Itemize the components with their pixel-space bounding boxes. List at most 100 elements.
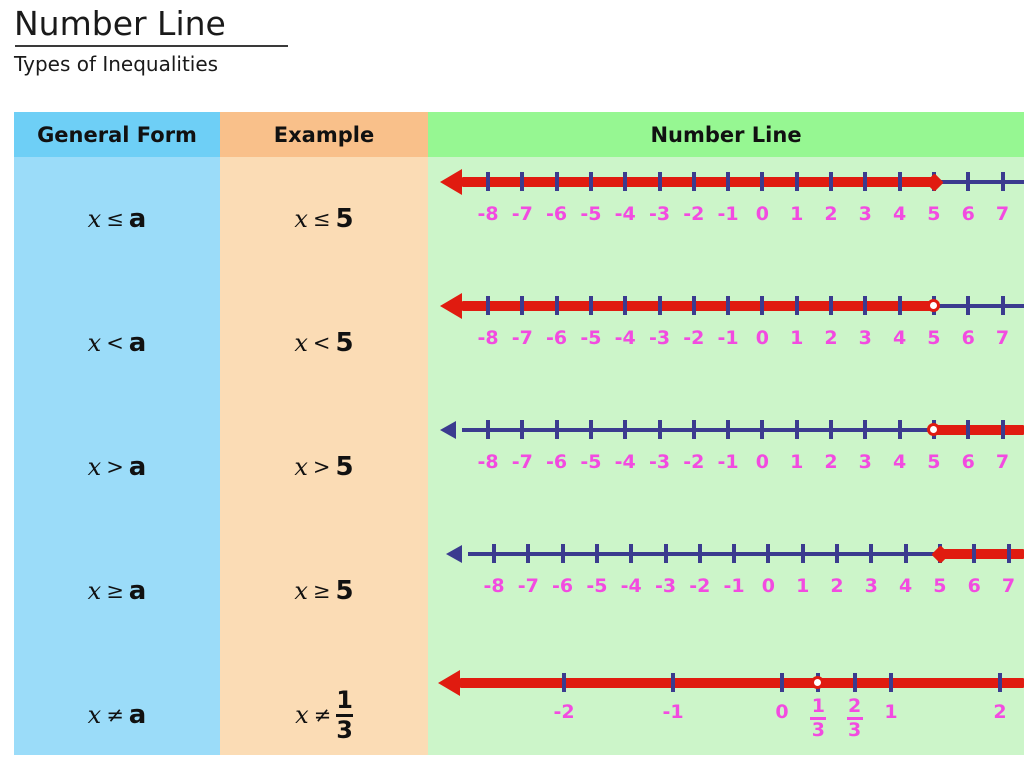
cell-number-line: -8 -7 -6 -5 -4 -3 -2 -1 0 1 2 3 4 5 6 7 [428, 157, 1024, 281]
axis-label: -1 [717, 327, 739, 349]
axis-tick [486, 172, 490, 191]
table-row: x ≥ a x ≥5 -8 -7 -6 -5 -4 -3 -2 -1 0 1 2 3 4 5 6 7 [14, 529, 1024, 653]
axis-label: -5 [580, 327, 602, 349]
axis-label: -2 [683, 451, 705, 473]
general-form-expression-5-operator: ≠ [106, 703, 124, 727]
table-header-row: General Form Example Number Line [14, 112, 1024, 157]
axis-tick [554, 296, 559, 315]
general-form-expression-3-value: a [128, 452, 147, 482]
axis-tick [554, 172, 559, 191]
axis-tick [732, 544, 737, 563]
axis-label: -5 [586, 575, 608, 597]
table-row: x > a x >5 -8 -7 -6 -5 -4 -3 -2 -1 0 1 2 3 4 5 6 7 [14, 405, 1024, 529]
axis-tick [794, 420, 799, 439]
axis-label: 7 [995, 451, 1010, 473]
axis-label-denominator: 3 [848, 719, 862, 741]
cell-general-form: x ≠ a [14, 653, 220, 777]
axis-tick [671, 673, 675, 692]
axis-tick [889, 673, 893, 692]
axis-label: -2 [683, 327, 705, 349]
axis-tick [520, 296, 525, 315]
axis-label: 2 [824, 203, 838, 225]
general-form-expression-3-operator: > [106, 455, 124, 479]
axis-label: -4 [620, 575, 642, 597]
axis-label: -3 [648, 327, 671, 349]
example-expression-1-value: 5 [335, 204, 354, 234]
axis-tick [726, 172, 731, 191]
table-rows: x ≤ a x ≤5 -8 -7 -6 -5 -4 -3 -2 -1 0 1 2 3 4 5 6 7 x < a x <5 -8 -7… [14, 157, 1024, 755]
page-title: Number Line [14, 4, 226, 43]
axis-label: -1 [717, 451, 739, 473]
axis-tick [588, 296, 593, 315]
axis-tick [794, 172, 799, 191]
general-form-expression-4: x ≥ a [88, 576, 147, 606]
left-arrow-icon [438, 670, 460, 696]
axis-tick [492, 544, 496, 563]
axis-label: -3 [648, 451, 671, 473]
cell-example: x <5 [220, 281, 428, 405]
example-expression-3-variable: x [294, 453, 308, 481]
general-form-expression-5-value: a [128, 700, 147, 730]
axis-tick [760, 172, 765, 191]
axis-label: -1 [662, 701, 684, 723]
axis-label: -8 [477, 327, 499, 349]
axis-tick [760, 296, 765, 315]
axis-tick [897, 172, 902, 191]
general-form-expression-2-operator: < [106, 331, 124, 355]
axis-tick [897, 420, 902, 439]
number-line-1: -8 -7 -6 -5 -4 -3 -2 -1 0 1 2 3 4 5 6 7 [428, 157, 1024, 281]
example-expression-1-variable: x [294, 205, 308, 233]
axis-label: -1 [717, 203, 739, 225]
axis-label: 4 [898, 575, 913, 597]
general-form-expression-2: x < a [88, 328, 147, 358]
axis-tick [562, 673, 566, 692]
axis-label: 4 [892, 451, 907, 473]
axis-tick [966, 172, 971, 191]
general-form-expression-1-variable: x [87, 205, 102, 233]
example-expression-5-numerator: 1 [336, 686, 353, 715]
general-form-expression-1-value: a [128, 204, 147, 234]
axis-label: 2 [824, 327, 838, 349]
axis-tick [691, 296, 696, 315]
axis-tick [966, 420, 971, 439]
column-header-example: Example [220, 112, 428, 157]
axis-tick [863, 172, 868, 191]
axis-tick [760, 420, 765, 439]
column-header-general-form: General Form [14, 112, 220, 157]
example-expression-5-denominator: 3 [336, 715, 353, 744]
shaded-solution-segment [939, 549, 1024, 559]
example-expression-4-variable: x [294, 577, 308, 605]
general-form-expression-2-value: a [128, 328, 147, 358]
axis-tick [863, 296, 868, 315]
axis-label: -5 [580, 451, 602, 473]
axis-label: 6 [967, 575, 981, 597]
left-arrow-icon [440, 421, 456, 439]
left-arrow-icon [440, 293, 462, 319]
cell-number-line: -2 -1 0 1 3 2 3 1 2 [428, 653, 1024, 777]
axis-tick [780, 673, 784, 692]
axis-tick [1000, 420, 1005, 439]
axis-label: 1 [796, 575, 810, 597]
axis-tick [560, 544, 565, 563]
axis-tick [691, 420, 696, 439]
axis-label: -7 [511, 451, 533, 473]
axis-label: 4 [892, 327, 907, 349]
table-row: x ≤ a x ≤5 -8 -7 -6 -5 -4 -3 -2 -1 0 1 2 3 4 5 6 7 [14, 157, 1024, 281]
axis-label: -4 [614, 451, 636, 473]
axis-label: 6 [961, 203, 975, 225]
cell-example: x ≤5 [220, 157, 428, 281]
axis-tick [1006, 544, 1011, 563]
axis-label: 1 [884, 701, 898, 723]
axis-label: 7 [995, 203, 1010, 225]
axis-tick [629, 544, 634, 563]
axis-tick [794, 296, 799, 315]
general-form-expression-2-variable: x [87, 329, 102, 357]
axis-tick [554, 420, 559, 439]
inequalities-table: General Form Example Number Line x ≤ a x ≤5-… [14, 112, 1024, 755]
example-expression-2: x <5 [294, 328, 353, 358]
axis-tick [1000, 172, 1005, 191]
axis-tick [520, 420, 525, 439]
axis-tick [526, 544, 531, 563]
axis-label: 5 [927, 327, 941, 349]
axis-tick [829, 420, 833, 439]
